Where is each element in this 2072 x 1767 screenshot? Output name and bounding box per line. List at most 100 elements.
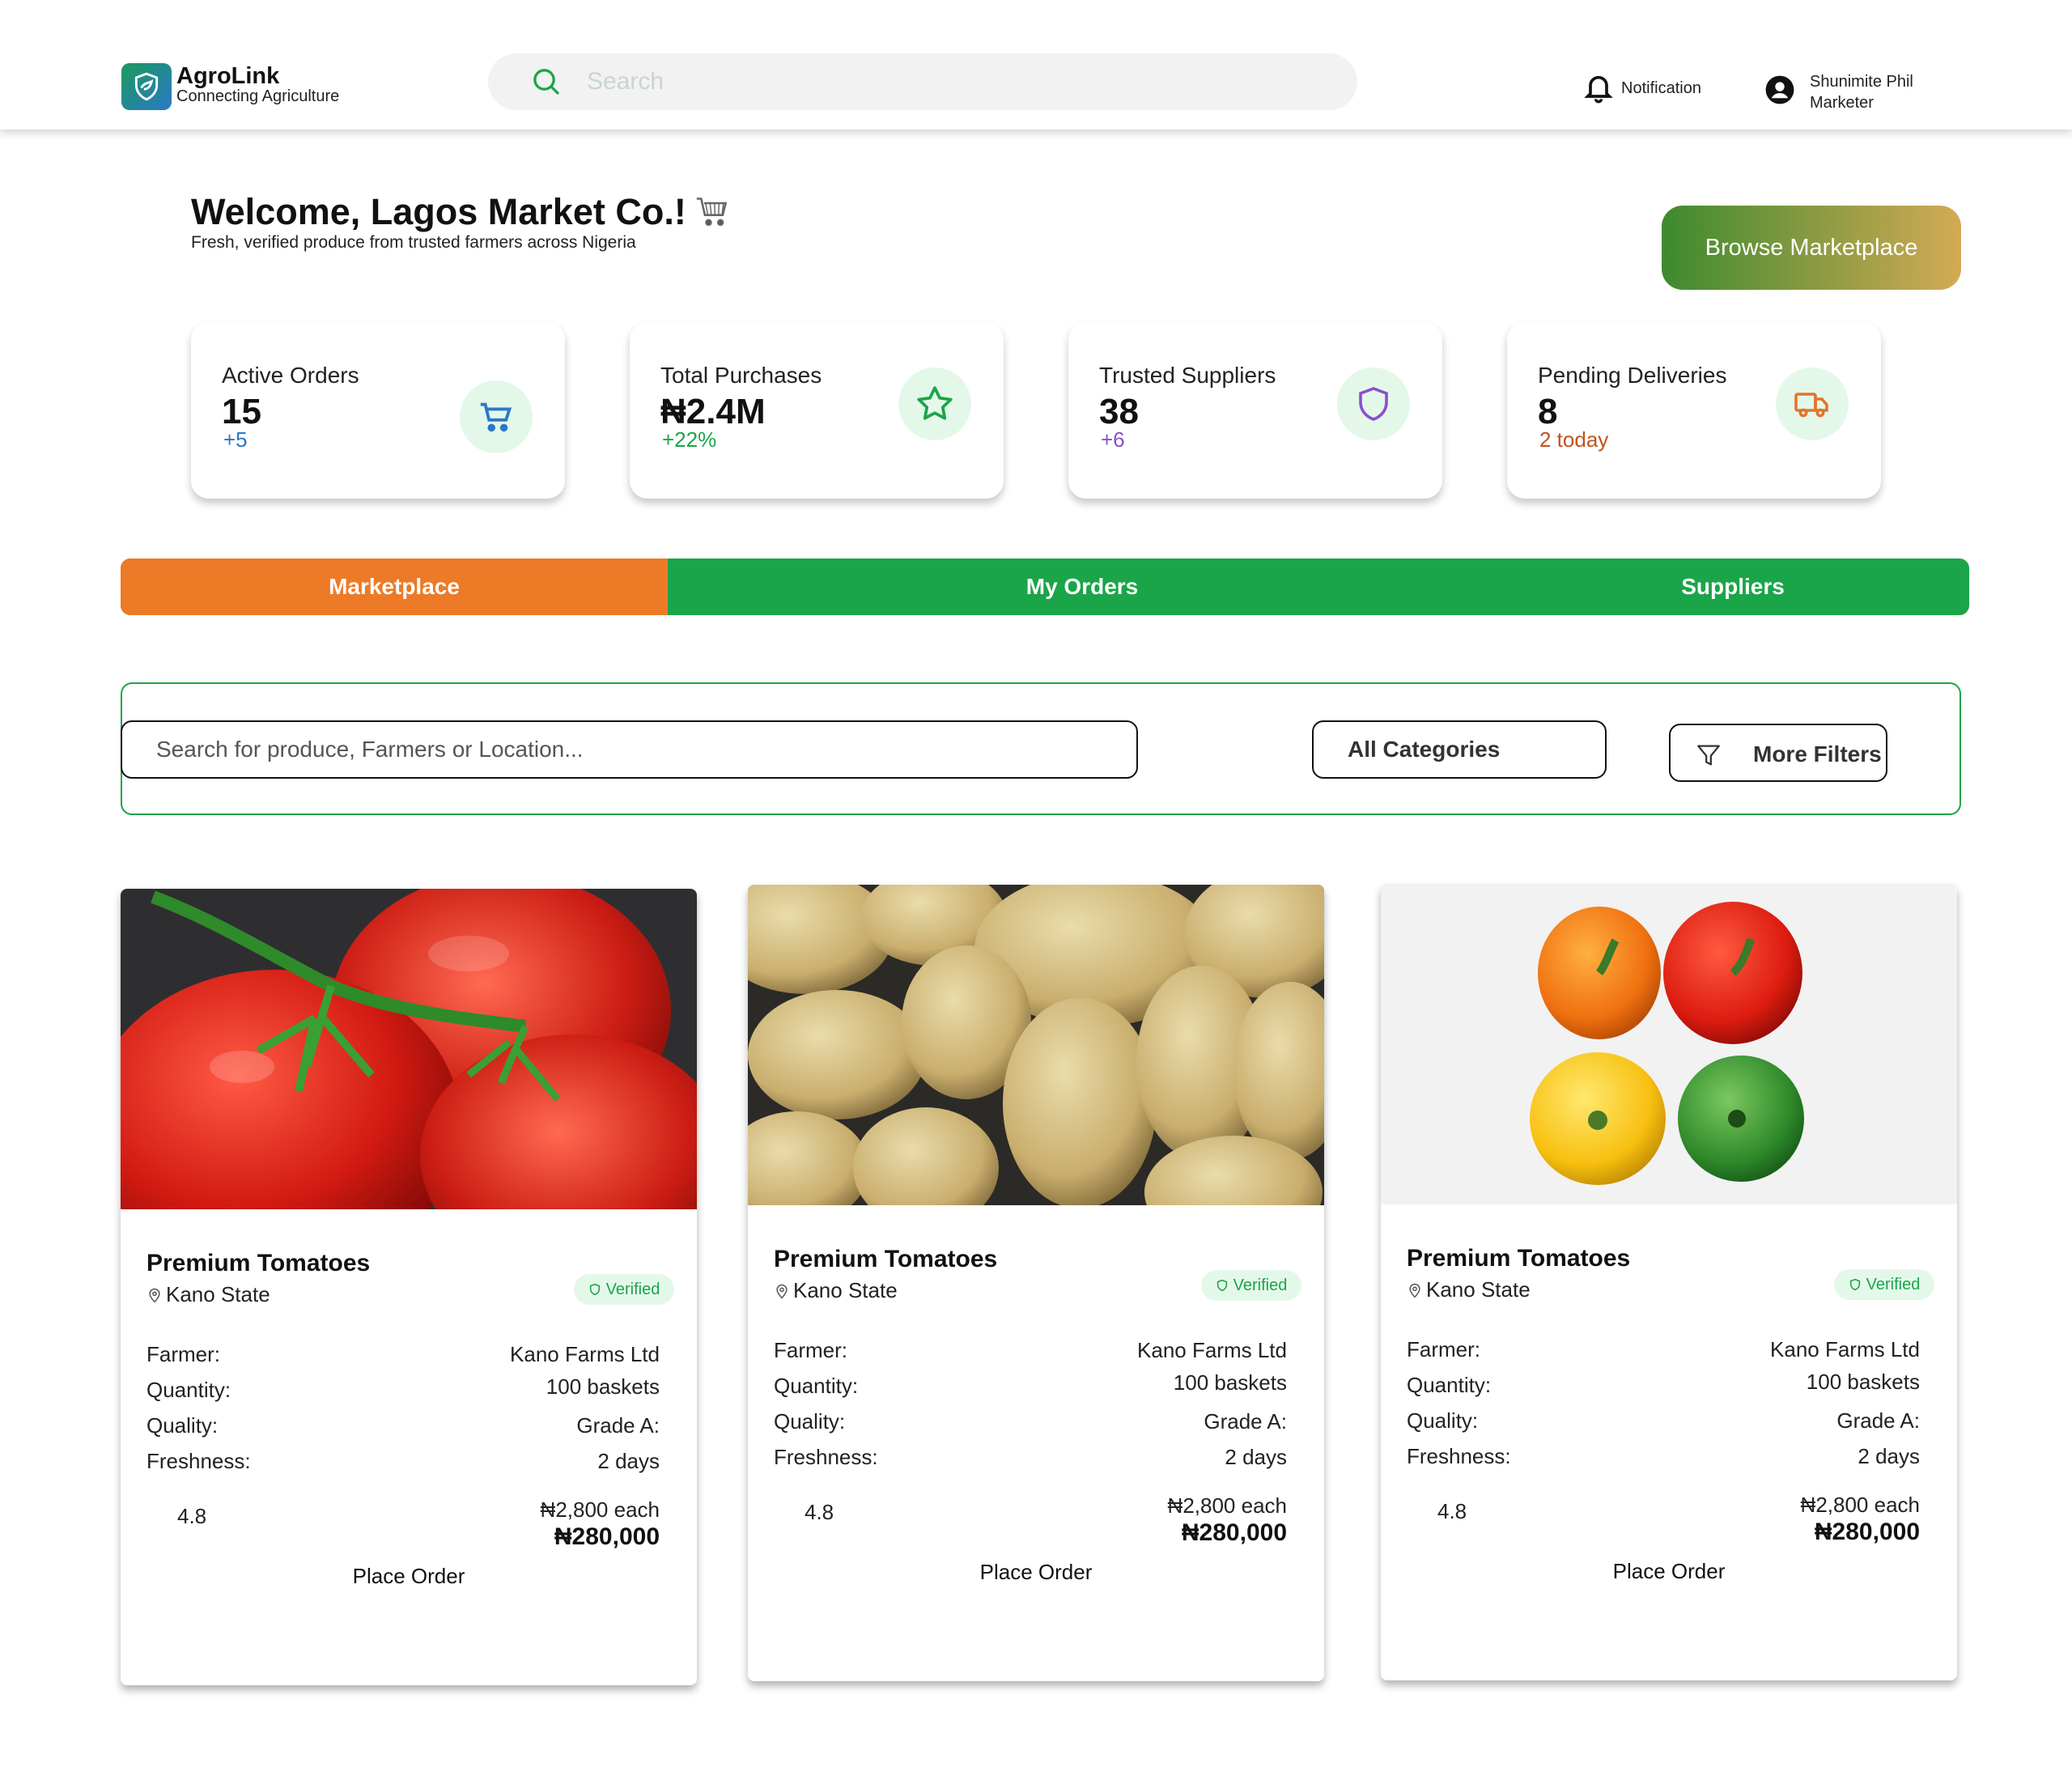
quality-value: Grade A: xyxy=(576,1413,660,1438)
farmer-label: Farmer: xyxy=(1407,1337,1480,1361)
produce-search-input[interactable] xyxy=(121,720,1138,779)
quantity-value: 100 baskets xyxy=(546,1374,660,1399)
global-search[interactable] xyxy=(488,53,1357,110)
stat-icon-circle xyxy=(1776,367,1849,440)
more-filters-button[interactable]: More Filters xyxy=(1669,724,1887,782)
stat-card-trusted-suppliers: Trusted Suppliers 38 +6 xyxy=(1068,322,1442,499)
price-each: ₦2,800 each xyxy=(540,1497,660,1522)
stat-delta: +6 xyxy=(1101,427,1125,452)
shield-check-icon xyxy=(589,1283,600,1296)
product-card[interactable]: Premium Tomatoes Kano State Verified Far… xyxy=(121,889,697,1685)
freshness-label: Freshness: xyxy=(146,1449,251,1473)
product-card[interactable]: Premium Tomatoes Kano State Verified Far… xyxy=(748,885,1324,1681)
welcome-text: Welcome, Lagos Market Co.! xyxy=(191,191,686,232)
tab-suppliers[interactable]: Suppliers xyxy=(1497,559,1969,615)
freshness-label: Freshness: xyxy=(1407,1444,1511,1468)
quality-value: Grade A: xyxy=(1836,1408,1920,1433)
product-name: Premium Tomatoes xyxy=(1407,1245,1631,1272)
potatoes-image xyxy=(748,885,1324,1205)
category-select[interactable]: All Categories xyxy=(1312,720,1607,779)
quantity-label: Quantity: xyxy=(1407,1373,1492,1397)
star-icon xyxy=(917,386,953,420)
farmer-label: Farmer: xyxy=(774,1338,847,1362)
farmer-value: Kano Farms Ltd xyxy=(1137,1338,1287,1362)
shield-leaf-icon xyxy=(134,72,159,101)
brand-name: AgroLink xyxy=(176,63,280,89)
quality-value: Grade A: xyxy=(1204,1409,1287,1434)
location-text: Kano State xyxy=(166,1282,270,1306)
notification-label[interactable]: Notification xyxy=(1621,79,1701,98)
stat-value: ₦2.4M xyxy=(660,392,766,431)
tomatoes-image xyxy=(121,889,697,1209)
place-order-button[interactable]: Place Order xyxy=(1381,1551,1957,1591)
location-text: Kano State xyxy=(793,1278,898,1302)
freshness-value: 2 days xyxy=(1225,1445,1287,1469)
stat-label: Pending Deliveries xyxy=(1538,363,1727,388)
user-name[interactable]: Shunimite Phil xyxy=(1810,73,1913,91)
rating-value: 4.8 xyxy=(805,1500,834,1524)
farmer-value: Kano Farms Ltd xyxy=(1770,1337,1920,1361)
stat-delta: +22% xyxy=(662,427,717,452)
stat-value: 8 xyxy=(1538,392,1558,431)
stat-delta: +5 xyxy=(223,427,248,452)
price-each: ₦2,800 each xyxy=(1167,1493,1287,1518)
tab-my-orders[interactable]: My Orders xyxy=(668,559,1497,615)
location-pin-icon xyxy=(776,1284,788,1298)
quantity-value: 100 baskets xyxy=(1806,1370,1920,1394)
price-each: ₦2,800 each xyxy=(1800,1493,1920,1517)
verified-badge: Verified xyxy=(1201,1270,1301,1301)
tab-marketplace[interactable]: Marketplace xyxy=(121,559,668,615)
freshness-value: 2 days xyxy=(597,1449,660,1473)
top-header: AgroLink Connecting Agriculture Notifica… xyxy=(0,0,2072,130)
quantity-label: Quantity: xyxy=(774,1374,859,1398)
stat-label: Trusted Suppliers xyxy=(1099,363,1276,388)
product-location: Kano State xyxy=(146,1282,270,1307)
location-text: Kano State xyxy=(1426,1277,1531,1302)
more-filters-label: More Filters xyxy=(1753,741,1882,767)
price-total: ₦280,000 xyxy=(1181,1519,1287,1546)
search-icon xyxy=(533,69,560,96)
farmer-value: Kano Farms Ltd xyxy=(510,1342,660,1366)
stat-icon-circle xyxy=(1337,367,1410,440)
brand-tagline: Connecting Agriculture xyxy=(176,87,340,105)
verified-badge: Verified xyxy=(574,1274,674,1305)
user-avatar-icon[interactable] xyxy=(1764,74,1795,105)
agrolink-logo[interactable] xyxy=(121,63,172,110)
verified-badge: Verified xyxy=(1834,1269,1934,1300)
quality-label: Quality: xyxy=(1407,1408,1479,1433)
truck-icon xyxy=(1794,393,1828,418)
stat-card-pending-deliveries: Pending Deliveries 8 2 today xyxy=(1507,322,1881,499)
shopping-cart-icon xyxy=(696,198,728,227)
main-tabs: Marketplace My Orders Suppliers xyxy=(121,559,1969,615)
place-order-button[interactable]: Place Order xyxy=(748,1552,1324,1592)
global-search-input[interactable] xyxy=(587,62,1315,102)
verified-label: Verified xyxy=(1866,1275,1921,1293)
product-location: Kano State xyxy=(1407,1277,1531,1302)
stat-delta: 2 today xyxy=(1539,427,1609,452)
stat-icon-circle xyxy=(460,380,533,453)
stat-card-total-purchases: Total Purchases ₦2.4M +22% xyxy=(630,322,1004,499)
price-total: ₦280,000 xyxy=(1814,1519,1920,1545)
user-role: Marketer xyxy=(1810,94,1874,112)
browse-marketplace-button[interactable]: Browse Marketplace xyxy=(1662,206,1961,290)
verified-label: Verified xyxy=(1233,1276,1288,1294)
product-card[interactable]: Premium Tomatoes Kano State Verified Far… xyxy=(1381,884,1957,1680)
location-pin-icon xyxy=(1409,1283,1420,1298)
stat-icon-circle xyxy=(898,367,971,440)
product-name: Premium Tomatoes xyxy=(774,1246,998,1272)
stat-value: 15 xyxy=(222,392,261,431)
shield-check-icon xyxy=(1216,1279,1227,1292)
farmer-label: Farmer: xyxy=(146,1342,220,1366)
place-order-button[interactable]: Place Order xyxy=(121,1556,697,1596)
shield-check-icon xyxy=(1849,1278,1860,1291)
stat-value: 38 xyxy=(1099,392,1139,431)
quality-label: Quality: xyxy=(146,1413,219,1438)
verified-label: Verified xyxy=(605,1280,660,1298)
product-name: Premium Tomatoes xyxy=(146,1250,371,1276)
quality-label: Quality: xyxy=(774,1409,846,1434)
quantity-label: Quantity: xyxy=(146,1378,231,1402)
welcome-subtitle: Fresh, verified produce from trusted far… xyxy=(191,233,636,252)
price-total: ₦280,000 xyxy=(554,1523,660,1550)
product-location: Kano State xyxy=(774,1278,898,1303)
bell-icon[interactable] xyxy=(1582,71,1615,105)
